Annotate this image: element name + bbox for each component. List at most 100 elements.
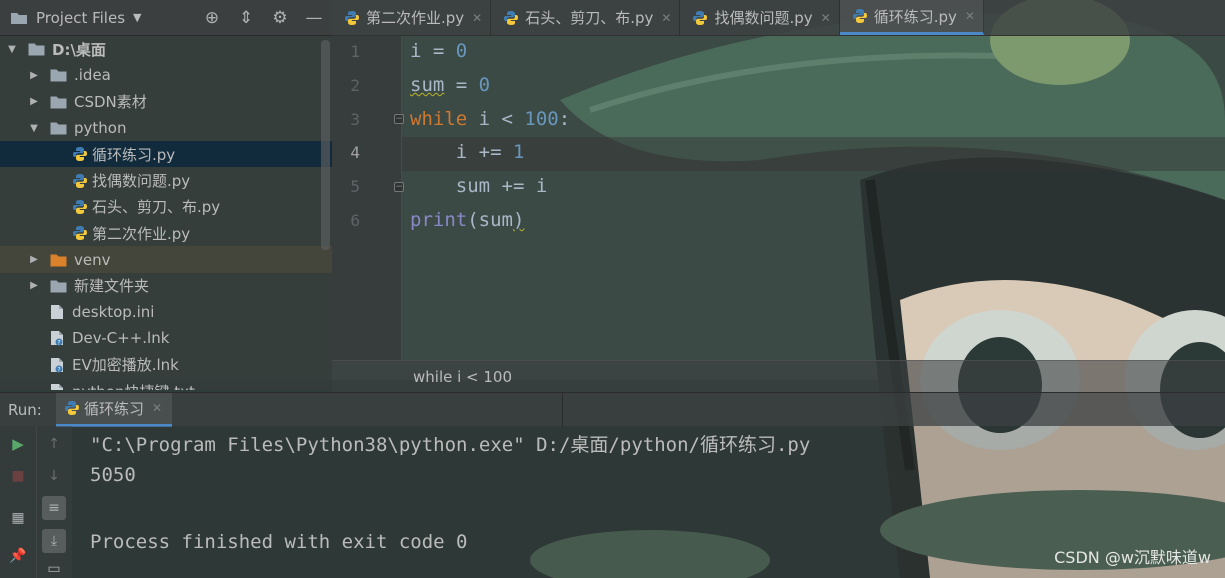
editor-tab[interactable]: 找偶数问题.py ✕ (680, 0, 840, 35)
python-file-icon (73, 173, 87, 188)
code-token: sum += i (410, 175, 548, 198)
text-file-icon (51, 305, 63, 320)
code-token: i = (410, 40, 456, 62)
gear-icon[interactable]: ⚙ (270, 8, 290, 28)
code-token: 0 (478, 73, 491, 96)
run-tab-label: 循环练习 (84, 399, 145, 418)
chevron-down-icon[interactable]: ▼ (28, 123, 40, 134)
console-line: "C:\Program Files\Python38\python.exe" D… (90, 434, 811, 456)
folder-icon (50, 254, 67, 267)
tree-item-label: 第二次作业.py (92, 224, 191, 243)
code-token: i += (410, 141, 513, 164)
tree-item[interactable]: python快捷键.txt (0, 378, 332, 390)
soft-wrap-icon[interactable]: ≡ (42, 496, 66, 520)
tree-item[interactable]: ▼ python (0, 115, 332, 141)
close-icon[interactable]: ✕ (821, 11, 831, 25)
project-scrollbar[interactable] (321, 40, 330, 250)
collapse-all-icon[interactable]: ⇕ (236, 8, 256, 28)
line-number: 5 (350, 177, 360, 197)
close-icon[interactable]: ✕ (661, 11, 671, 25)
svg-text:?: ? (57, 340, 60, 347)
editor-tab-label: 找偶数问题.py (714, 9, 813, 27)
watermark: CSDN @w沉默味道w (1054, 548, 1211, 567)
python-file-icon (73, 226, 87, 241)
shortcut-file-icon: ? (51, 331, 63, 347)
folder-icon (11, 12, 27, 24)
code-editor[interactable]: i = 0 sum = 0 while i < 100: i += 1 sum +=… (402, 36, 1225, 360)
editor-tab[interactable]: 循环练习.py ✕ (839, 0, 984, 35)
run-divider (562, 393, 563, 427)
tree-item-label: python (74, 119, 127, 138)
code-token: 1 (512, 141, 525, 164)
tree-item[interactable]: 石头、剪刀、布.py (0, 194, 332, 220)
tree-item-label: CSDN素材 (74, 93, 147, 112)
folder-icon (28, 43, 45, 56)
editor-tab[interactable]: 第二次作业.py ✕ (332, 0, 492, 35)
layout-icon[interactable]: ▦ (6, 506, 30, 530)
editor-gutter: − − 123456 (332, 36, 404, 360)
tree-item[interactable]: 找偶数问题.py (0, 167, 332, 193)
editor-tabs: 第二次作业.py ✕ 石头、剪刀、布.py ✕ 找偶数问题.py ✕ 循环练习.py ✕ (332, 0, 1225, 36)
editor-tab-label: 循环练习.py (873, 7, 957, 26)
run-console[interactable]: "C:\Program Files\Python38\python.exe" D… (72, 426, 1225, 578)
line-number: 3 (350, 109, 360, 129)
tree-item[interactable]: ▶ .idea (0, 62, 332, 88)
run-tab[interactable]: 循环练习 ✕ (56, 392, 173, 427)
arrow-up-icon[interactable]: ↑ (42, 432, 66, 456)
editor-tab-label: 石头、剪刀、布.py (525, 9, 654, 27)
chevron-right-icon[interactable]: ▶ (28, 70, 40, 81)
project-toolbar: ⊕ ⇕ ⚙ — (202, 8, 324, 28)
python-icon (65, 401, 79, 415)
svg-text:?: ? (57, 366, 60, 373)
scroll-to-end-icon[interactable]: ⤓ (42, 529, 66, 553)
project-panel: Project Files ▼ ⊕ ⇕ ⚙ — ▼ D:\桌面 ▶ .idea ▶ CSD… (0, 0, 332, 390)
close-icon[interactable]: ✕ (152, 401, 162, 415)
tree-item[interactable]: 第二次作业.py (0, 220, 332, 246)
tree-item[interactable]: ▶ venv (0, 246, 332, 273)
tree-item[interactable]: ▼ D:\桌面 (0, 36, 332, 62)
chevron-right-icon[interactable]: ▶ (28, 280, 40, 291)
chevron-right-icon[interactable]: ▶ (28, 254, 40, 265)
chevron-down-icon[interactable]: ▼ (6, 44, 18, 55)
minimize-icon[interactable]: — (304, 8, 324, 28)
tree-item-label: 找偶数问题.py (92, 172, 191, 191)
run-panel-header: Run: 循环练习 ✕ (0, 392, 1225, 427)
tree-item[interactable]: ? EV加密播放.lnk (0, 352, 332, 378)
code-line: while i < 100: (410, 108, 570, 130)
pin-icon[interactable]: 📌 (6, 544, 30, 568)
close-icon[interactable]: ✕ (472, 11, 482, 25)
console-line: 5050 (90, 463, 136, 486)
tree-item[interactable]: ▶ CSDN素材 (0, 89, 332, 115)
tree-item-label: 新建文件夹 (74, 277, 150, 296)
stop-icon[interactable]: ■ (6, 464, 30, 488)
code-token: 100 (524, 107, 559, 130)
close-icon[interactable]: ✕ (965, 9, 975, 23)
chevron-right-icon[interactable]: ▶ (28, 96, 40, 107)
folder-icon (50, 280, 67, 293)
folder-icon (50, 122, 67, 135)
editor-tab[interactable]: 石头、剪刀、布.py ✕ (491, 0, 681, 35)
current-line-highlight (402, 137, 1225, 171)
python-file-icon (73, 147, 87, 162)
rerun-icon[interactable]: ▶ (6, 432, 30, 456)
project-tree: ▼ D:\桌面 ▶ .idea ▶ CSDN素材 ▼ python 循环练习.py 找偶数问题.p… (0, 36, 332, 390)
tree-item-label: D:\桌面 (52, 40, 106, 59)
project-view-selector[interactable]: Project Files (36, 9, 125, 27)
tree-item[interactable]: desktop.ini (0, 299, 332, 325)
tree-item[interactable]: ▶ 新建文件夹 (0, 273, 332, 299)
tree-item-label: desktop.ini (72, 303, 155, 322)
arrow-down-icon[interactable]: ↓ (42, 464, 66, 488)
print-icon[interactable]: ▭ (42, 560, 66, 578)
tree-item-label: EV加密播放.lnk (72, 356, 179, 375)
line-number: 1 (350, 42, 360, 61)
tree-item[interactable]: ? Dev-C++.lnk (0, 325, 332, 351)
tree-item[interactable]: 循环练习.py (0, 141, 332, 168)
chevron-down-icon[interactable]: ▼ (133, 11, 141, 24)
locate-icon[interactable]: ⊕ (202, 8, 222, 28)
tree-item-label: 石头、剪刀、布.py (92, 198, 221, 217)
run-label: Run: (8, 400, 42, 419)
folder-icon (50, 69, 67, 82)
breadcrumb[interactable]: while i < 100 (332, 360, 1225, 392)
python-icon (345, 10, 359, 25)
tree-item-label: 循环练习.py (92, 145, 176, 164)
